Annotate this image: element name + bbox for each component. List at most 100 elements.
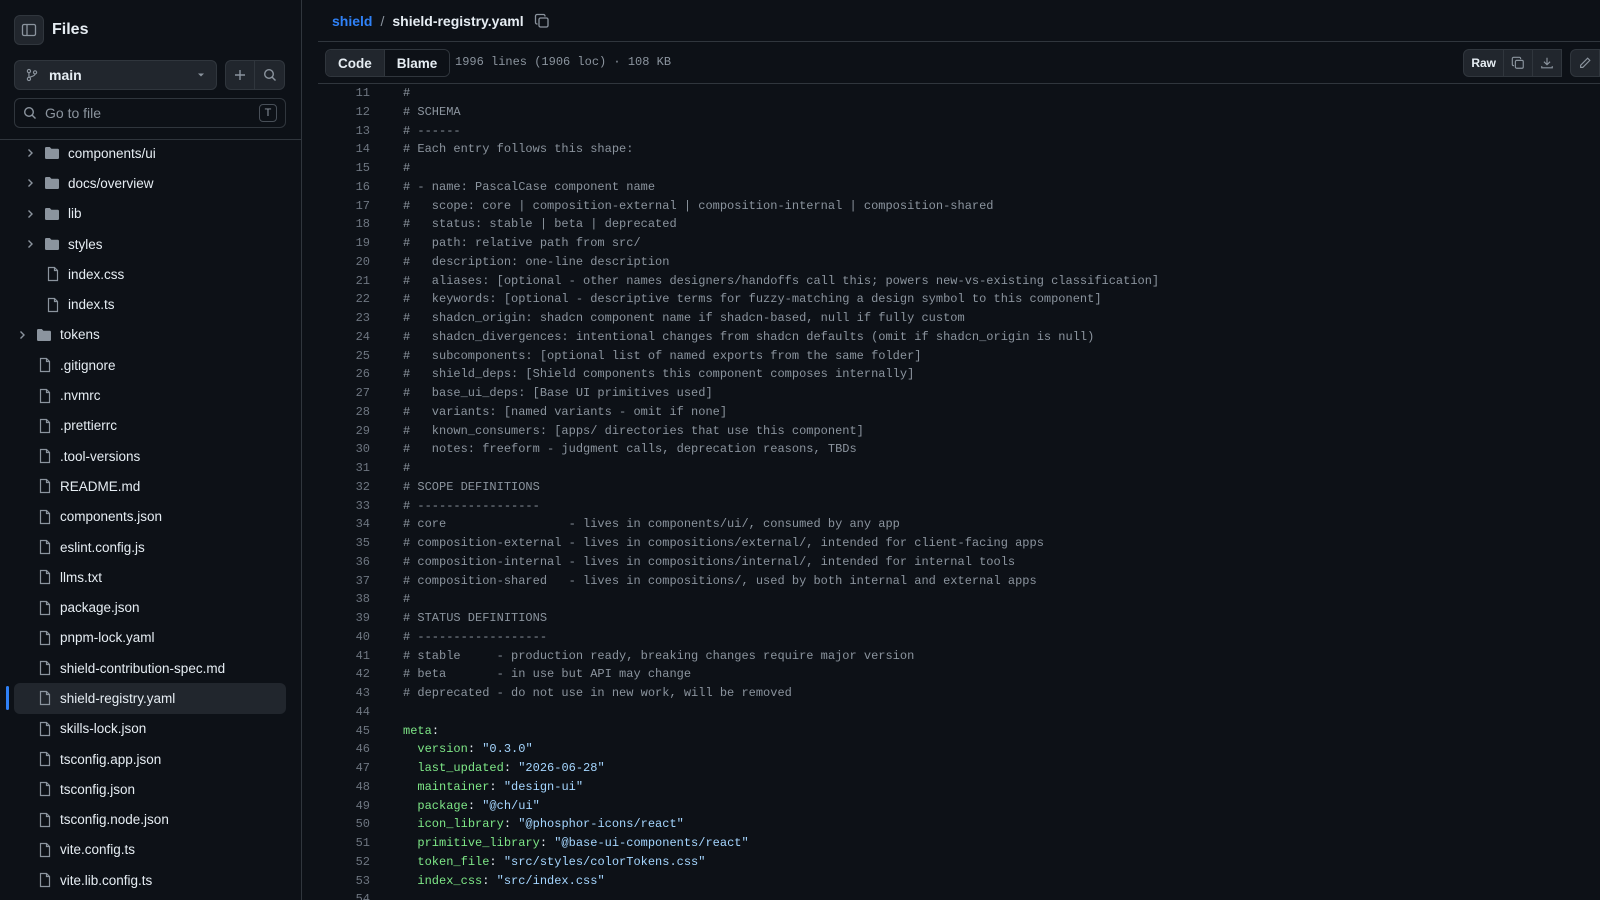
line-number[interactable]: 11 bbox=[318, 84, 370, 103]
tree-folder[interactable]: styles bbox=[0, 229, 301, 259]
line-number[interactable]: 52 bbox=[318, 853, 370, 872]
line-number[interactable]: 54 bbox=[318, 890, 370, 900]
tree-item-label: docs/overview bbox=[68, 175, 154, 191]
raw-button[interactable]: Raw bbox=[1463, 49, 1504, 77]
line-content: # STATUS DEFINITIONS bbox=[403, 609, 547, 628]
copy-raw-button[interactable] bbox=[1503, 49, 1533, 77]
tree-file[interactable]: index.ts bbox=[0, 289, 301, 319]
line-number[interactable]: 45 bbox=[318, 722, 370, 741]
line-number[interactable]: 16 bbox=[318, 178, 370, 197]
line-number[interactable]: 43 bbox=[318, 684, 370, 703]
chevron-right-icon[interactable] bbox=[24, 147, 36, 159]
line-number[interactable]: 22 bbox=[318, 290, 370, 309]
line-number[interactable]: 35 bbox=[318, 534, 370, 553]
chevron-right-icon[interactable] bbox=[16, 329, 28, 341]
tree-file[interactable]: README.md bbox=[0, 471, 301, 501]
line-number[interactable]: 48 bbox=[318, 778, 370, 797]
tree-file[interactable]: tsconfig.app.json bbox=[0, 744, 301, 774]
line-number[interactable]: 27 bbox=[318, 384, 370, 403]
tree-file[interactable]: .tool-versions bbox=[0, 441, 301, 471]
search-code-button[interactable] bbox=[255, 60, 285, 90]
line-number[interactable]: 19 bbox=[318, 234, 370, 253]
tree-file[interactable]: tsconfig.json bbox=[0, 774, 301, 804]
line-number[interactable]: 39 bbox=[318, 609, 370, 628]
line-number[interactable]: 37 bbox=[318, 572, 370, 591]
tree-folder[interactable]: tokens bbox=[0, 320, 301, 350]
tree-file[interactable]: .prettierrc bbox=[0, 411, 301, 441]
tree-folder[interactable]: docs/overview bbox=[0, 168, 301, 198]
tree-file[interactable]: pnpm-lock.yaml bbox=[0, 623, 301, 653]
line-number[interactable]: 15 bbox=[318, 159, 370, 178]
line-number[interactable]: 13 bbox=[318, 122, 370, 141]
line-number[interactable]: 41 bbox=[318, 647, 370, 666]
line-number[interactable]: 53 bbox=[318, 872, 370, 891]
line-number[interactable]: 46 bbox=[318, 740, 370, 759]
file-icon bbox=[39, 449, 51, 464]
chevron-right-icon[interactable] bbox=[24, 177, 36, 189]
tree-folder[interactable]: components/ui bbox=[0, 138, 301, 168]
line-number[interactable]: 47 bbox=[318, 759, 370, 778]
line-number[interactable]: 44 bbox=[318, 703, 370, 722]
code-comment: # aliases: [optional - other names desig… bbox=[403, 273, 1160, 288]
yaml-key: meta bbox=[403, 723, 432, 738]
line-number[interactable]: 20 bbox=[318, 253, 370, 272]
tree-item-label: vite.config.ts bbox=[60, 842, 136, 858]
collapse-sidebar-button[interactable] bbox=[14, 15, 44, 45]
line-number[interactable]: 18 bbox=[318, 215, 370, 234]
tree-file[interactable]: vite.lib.config.ts bbox=[0, 865, 301, 895]
line-number[interactable]: 32 bbox=[318, 478, 370, 497]
tree-file[interactable]: eslint.config.js bbox=[0, 532, 301, 562]
line-number[interactable]: 49 bbox=[318, 797, 370, 816]
line-number[interactable]: 21 bbox=[318, 272, 370, 291]
tree-file[interactable]: index.css bbox=[0, 259, 301, 289]
tree-file[interactable]: vite.config.ts bbox=[0, 835, 301, 865]
file-icon bbox=[39, 873, 51, 888]
tree-folder[interactable]: lib bbox=[0, 199, 301, 229]
code-line: 33 # ----------------- bbox=[318, 497, 1600, 516]
tree-file[interactable]: tsconfig.node.json bbox=[0, 805, 301, 835]
line-number[interactable]: 30 bbox=[318, 440, 370, 459]
tree-file[interactable]: shield-registry.yaml bbox=[14, 683, 286, 714]
tree-file[interactable]: .nvmrc bbox=[0, 380, 301, 410]
line-number[interactable]: 29 bbox=[318, 422, 370, 441]
go-to-file-input[interactable] bbox=[45, 105, 259, 121]
chevron-right-icon[interactable] bbox=[24, 208, 36, 220]
line-number[interactable]: 24 bbox=[318, 328, 370, 347]
line-number[interactable]: 38 bbox=[318, 590, 370, 609]
code-comment: # shield_deps: [Shield components this c… bbox=[403, 367, 915, 382]
line-number[interactable]: 40 bbox=[318, 628, 370, 647]
line-number[interactable]: 28 bbox=[318, 403, 370, 422]
branch-selector[interactable]: main bbox=[14, 60, 217, 90]
tree-file[interactable]: components.json bbox=[0, 502, 301, 532]
breadcrumb-repo-link[interactable]: shield bbox=[332, 13, 372, 29]
line-number[interactable]: 36 bbox=[318, 553, 370, 572]
line-number[interactable]: 26 bbox=[318, 365, 370, 384]
line-number[interactable]: 34 bbox=[318, 515, 370, 534]
add-file-button[interactable] bbox=[225, 60, 255, 90]
line-number[interactable]: 31 bbox=[318, 459, 370, 478]
line-number[interactable]: 14 bbox=[318, 140, 370, 159]
edit-file-button[interactable] bbox=[1570, 49, 1600, 77]
tab-code[interactable]: Code bbox=[326, 50, 385, 76]
tree-file[interactable]: skills-lock.json bbox=[0, 714, 301, 744]
tab-blame[interactable]: Blame bbox=[384, 50, 450, 76]
line-content: # notes: freeform - judgment calls, depr… bbox=[403, 440, 857, 459]
line-number[interactable]: 51 bbox=[318, 834, 370, 853]
line-content: # path: relative path from src/ bbox=[403, 234, 641, 253]
tree-file[interactable]: package.json bbox=[0, 592, 301, 622]
chevron-right-icon[interactable] bbox=[24, 238, 36, 250]
tree-file[interactable]: llms.txt bbox=[0, 562, 301, 592]
tree-file[interactable]: shield-contribution-spec.md bbox=[0, 653, 301, 683]
copy-icon[interactable] bbox=[534, 13, 550, 29]
line-number[interactable]: 50 bbox=[318, 815, 370, 834]
download-button[interactable] bbox=[1532, 49, 1562, 77]
line-number[interactable]: 33 bbox=[318, 497, 370, 516]
tree-file[interactable]: .gitignore bbox=[0, 350, 301, 380]
line-number[interactable]: 42 bbox=[318, 665, 370, 684]
line-number[interactable]: 25 bbox=[318, 347, 370, 366]
file-icon bbox=[39, 539, 51, 555]
tree-item-label: shield-registry.yaml bbox=[60, 690, 176, 706]
line-number[interactable]: 23 bbox=[318, 309, 370, 328]
line-number[interactable]: 12 bbox=[318, 103, 370, 122]
line-number[interactable]: 17 bbox=[318, 197, 370, 216]
